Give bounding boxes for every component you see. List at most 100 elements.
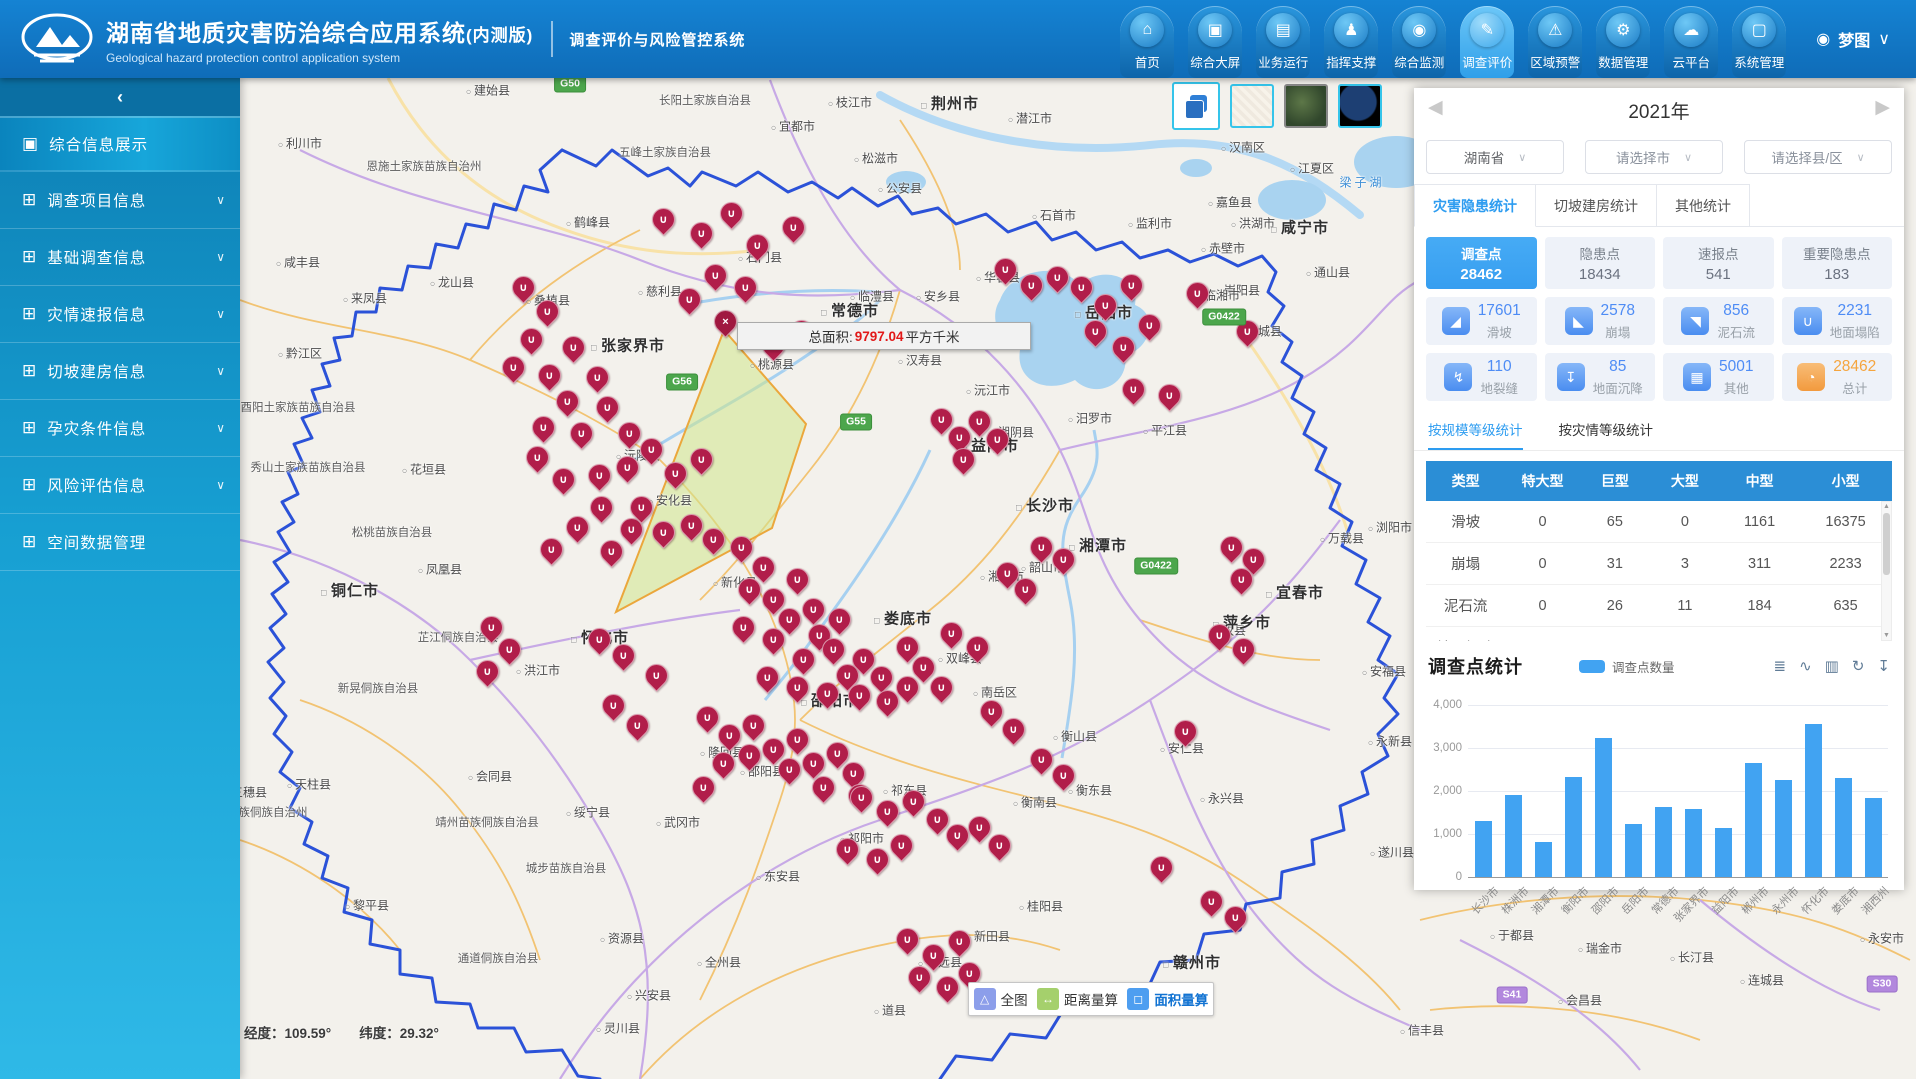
landslide-glyph: ∪ [829,609,850,630]
landslide-glyph: ∪ [867,849,888,870]
bar-娄底市 [1835,778,1852,877]
map-label-洪湖市: 洪湖市 [1231,215,1275,232]
nav-item-云平台[interactable]: ☁云平台 [1664,6,1718,78]
data-view-icon[interactable]: ≣ [1774,657,1787,675]
globe-basemap-thumbnail[interactable] [1338,84,1382,128]
hazard-value: 110 [1487,358,1512,376]
map-label-南岳区: 南岳区 [973,684,1017,701]
nav-item-首页[interactable]: ⌂首页 [1120,6,1174,78]
summary-card-重要隐患点[interactable]: 重要隐患点183 [1782,237,1893,289]
bar-岳阳市 [1625,824,1642,877]
subtab-按灾情等级统计[interactable]: 按灾情等级统计 [1559,419,1654,450]
satellite-basemap-thumbnail[interactable] [1284,84,1328,128]
map-label-黔江区: 黔江区 [278,345,322,362]
nav-item-label: 区域预警 [1530,52,1580,71]
tab-其他统计[interactable]: 其他统计 [1657,184,1750,227]
map-label-公安县: 公安县 [878,180,922,197]
landslide-glyph: ∪ [763,739,784,760]
landslide-glyph: ∪ [897,677,918,698]
bar-常德市 [1655,807,1672,877]
nav-item-业务运行[interactable]: ▤业务运行 [1256,6,1310,78]
download-icon[interactable]: ↧ [1877,657,1890,675]
tab-切坡建房统计[interactable]: 切坡建房统计 [1536,184,1657,227]
summary-card-速报点[interactable]: 速报点541 [1663,237,1774,289]
nav-item-系统管理[interactable]: ▢系统管理 [1732,6,1786,78]
sidebar-item-综合信息展示[interactable]: ▣综合信息展示 [0,116,240,172]
sidebar-collapse-button[interactable]: ‹ [0,78,240,116]
chevron-down-icon: ∨ [216,307,226,321]
landslide-glyph: ∪ [851,787,872,808]
landslide-glyph: ∪ [1053,549,1074,570]
sidebar-item-灾情速报信息[interactable]: ⊞灾情速报信息∨ [0,286,240,343]
landslide-glyph: ∪ [679,289,700,310]
menu-icon: ⊞ [22,190,37,210]
landslide-glyph: ∪ [1085,321,1106,342]
eye-icon[interactable]: ◉ [1816,29,1830,49]
full-extent-button[interactable]: △全图 [974,988,1028,1010]
region-select[interactable]: 湖南省∨ [1426,140,1564,174]
layer-switcher[interactable] [1172,82,1382,130]
map-label-张家界市: 张家界市 [591,335,665,356]
map-label-来凤县: 来凤县 [343,290,387,307]
nav-item-综合大屏[interactable]: ▣综合大屏 [1188,6,1242,78]
row-value: 31 [1580,543,1650,585]
vector-basemap-thumbnail[interactable] [1230,84,1274,128]
map-label-五峰土家族自治县: 五峰土家族自治县 [619,144,711,160]
year-value: 2021年 [1628,97,1689,124]
nav-item-数据管理[interactable]: ⚙数据管理 [1596,6,1650,78]
map-label-永新县: 永新县 [1368,733,1412,750]
summary-card-隐患点[interactable]: 隐患点18434 [1545,237,1656,289]
scrollbar-thumb[interactable] [1883,513,1890,575]
distance-measure-button[interactable]: ↔距离量算 [1037,988,1118,1010]
menu-icon: ⊞ [22,532,37,552]
landslide-glyph: ∪ [947,825,968,846]
sidebar-item-空间数据管理[interactable]: ⊞空间数据管理 [0,514,240,571]
region-select[interactable]: 请选择县/区∨ [1744,140,1892,174]
bar-chart-icon[interactable]: ▥ [1825,657,1839,675]
综合监测-icon: ◉ [1402,13,1436,47]
layer-stack-button[interactable] [1172,82,1220,130]
nav-item-区域预警[interactable]: ⚠区域预警 [1528,6,1582,78]
year-next-button[interactable]: ▶ [1875,96,1890,119]
hazard-label: 总计 [1842,378,1867,397]
nav-item-调查评价[interactable]: ✎调查评价 [1460,6,1514,78]
table-scrollbar[interactable]: ▲ ▼ [1881,501,1892,641]
landslide-glyph: ∪ [1139,315,1160,336]
user-area[interactable]: ◉ 梦图 ∨ [1816,27,1890,51]
row-value: 9 [1650,627,1720,642]
landslide-glyph: ∪ [843,763,864,784]
subtab-按规模等级统计[interactable]: 按规模等级统计 [1428,419,1523,450]
map-label-江夏区: 江夏区 [1290,160,1334,177]
region-select[interactable]: 请选择市∨ [1585,140,1723,174]
app-logo-icon [14,9,100,69]
hazard-label: 地裂缝 [1480,378,1518,397]
chevron-down-icon[interactable]: ∨ [1878,29,1890,49]
bar-湘西州 [1865,798,1882,877]
sidebar-item-风险评估信息[interactable]: ⊞风险评估信息∨ [0,457,240,514]
sidebar-item-调查项目信息[interactable]: ⊞调查项目信息∨ [0,172,240,229]
map-label-通山县: 通山县 [1306,264,1350,281]
chart-legend[interactable]: 调查点数量 [1579,657,1675,676]
sidebar-item-孕灾条件信息[interactable]: ⊞孕灾条件信息∨ [0,400,240,457]
line-chart-icon[interactable]: ∿ [1799,657,1812,675]
nav-item-指挥支撑[interactable]: ♟指挥支撑 [1324,6,1378,78]
col-header-大型: 大型 [1650,461,1720,501]
summary-label: 重要隐患点 [1803,243,1871,263]
map-label-桂阳县: 桂阳县 [1019,898,1063,915]
x-axis-tick-label: 株洲市 [1498,883,1533,918]
row-value: 11 [1650,585,1720,627]
scroll-up-icon[interactable]: ▲ [1882,503,1891,510]
landslide-glyph: ∪ [697,707,718,728]
main-nav: ⌂首页 ▣综合大屏 ▤业务运行 ♟指挥支撑 ◉综合监测 ✎调查评价 ⚠区域预警 ⚙数据管理 ☁云… [1120,0,1786,78]
nav-item-label: 调查评价 [1462,52,1512,71]
nav-item-综合监测[interactable]: ◉综合监测 [1392,6,1446,78]
tab-灾害隐患统计[interactable]: 灾害隐患统计 [1414,184,1536,227]
sidebar-item-切坡建房信息[interactable]: ⊞切坡建房信息∨ [0,343,240,400]
area-measure-button[interactable]: ◻面积量算 [1127,988,1208,1010]
debris-flow-icon: ◥ [1681,307,1709,335]
summary-card-调查点[interactable]: 调查点28462 [1426,237,1537,289]
sidebar-item-基础调查信息[interactable]: ⊞基础调查信息∨ [0,229,240,286]
scroll-down-icon[interactable]: ▼ [1882,632,1891,639]
year-prev-button[interactable]: ◀ [1428,96,1443,119]
refresh-icon[interactable]: ↻ [1852,657,1865,675]
